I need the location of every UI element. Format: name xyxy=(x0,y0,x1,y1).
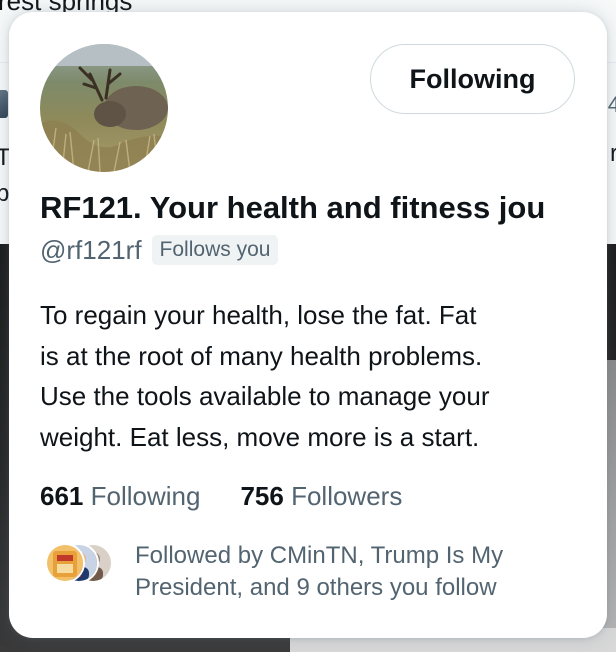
handle-row: @rf121rf Follows you xyxy=(40,234,279,266)
deer-photo-avatar-icon xyxy=(40,44,168,172)
display-name[interactable]: RF121. Your health and fitness jou xyxy=(40,188,580,228)
bio-line: weight. Eat less, move more is a start. xyxy=(40,421,480,452)
bio-line: To regain your health, lose the fat. Fat xyxy=(40,300,477,330)
followers-stat-link[interactable]: 756 Followers xyxy=(240,480,402,512)
followers-label: Followers xyxy=(291,481,403,511)
follows-you-badge: Follows you xyxy=(151,235,279,265)
following-button[interactable]: Following xyxy=(370,44,575,114)
background-right-count: 4 xyxy=(607,92,616,117)
profile-avatar[interactable] xyxy=(40,44,168,172)
background-avatar-icon xyxy=(0,90,8,118)
followed-by-text: Followed by CMinTN, Trump Is My Presiden… xyxy=(135,542,504,601)
profile-hover-card: Following RF121. Your health and fitness… xyxy=(9,12,607,638)
profile-bio: To regain your health, lose the fat. Fat… xyxy=(40,295,590,457)
followed-by-row[interactable]: Followed by CMinTN, Trump Is My Presiden… xyxy=(45,540,555,604)
bio-line: Use the tools available to manage your xyxy=(40,381,490,411)
following-stat-link[interactable]: 661 Following xyxy=(40,480,200,512)
followed-by-avatars xyxy=(45,543,113,583)
following-label: Following xyxy=(90,481,201,511)
bio-line: is at the root of many health problems. xyxy=(40,340,483,371)
following-count: 661 xyxy=(40,481,84,511)
cmintn-avatar-icon xyxy=(45,543,85,583)
profile-stats: 661 Following 756 Followers xyxy=(40,480,402,512)
followers-count: 756 xyxy=(240,481,284,511)
background-right-snippet: r xyxy=(610,140,616,167)
user-handle[interactable]: @rf121rf xyxy=(40,234,142,266)
